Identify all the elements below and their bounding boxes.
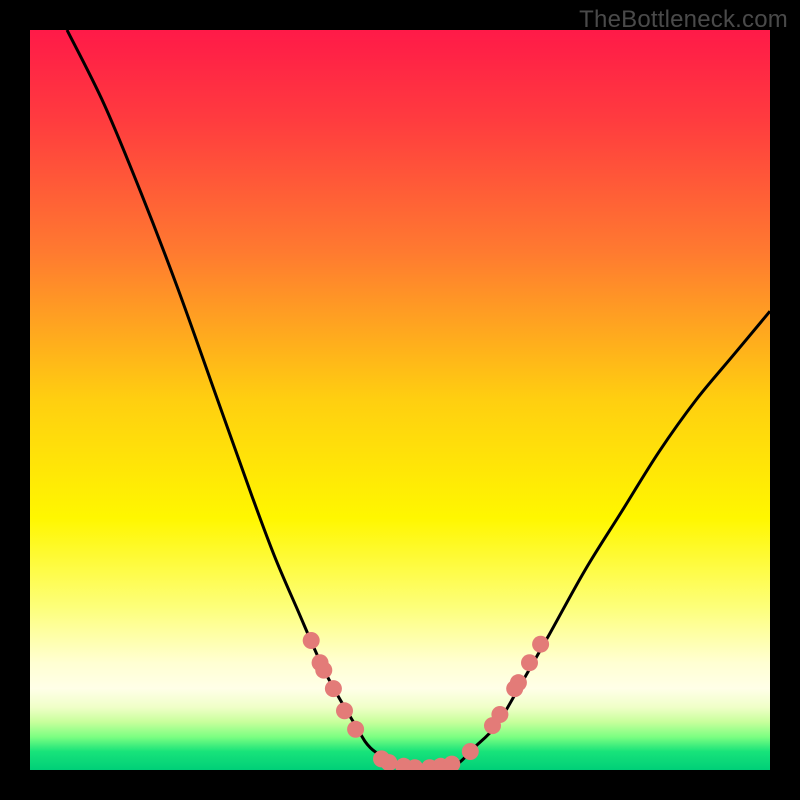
curve-marker (510, 674, 527, 691)
bottleneck-curve (67, 30, 770, 770)
curve-marker (303, 632, 320, 649)
curve-marker (521, 654, 538, 671)
curve-marker (443, 756, 460, 770)
curve-marker (532, 636, 549, 653)
chart-plot-area (30, 30, 770, 770)
curve-marker (491, 706, 508, 723)
curve-marker (315, 662, 332, 679)
curve-marker (336, 702, 353, 719)
chart-svg (30, 30, 770, 770)
curve-marker (325, 680, 342, 697)
curve-marker (462, 743, 479, 760)
curve-marker (347, 721, 364, 738)
